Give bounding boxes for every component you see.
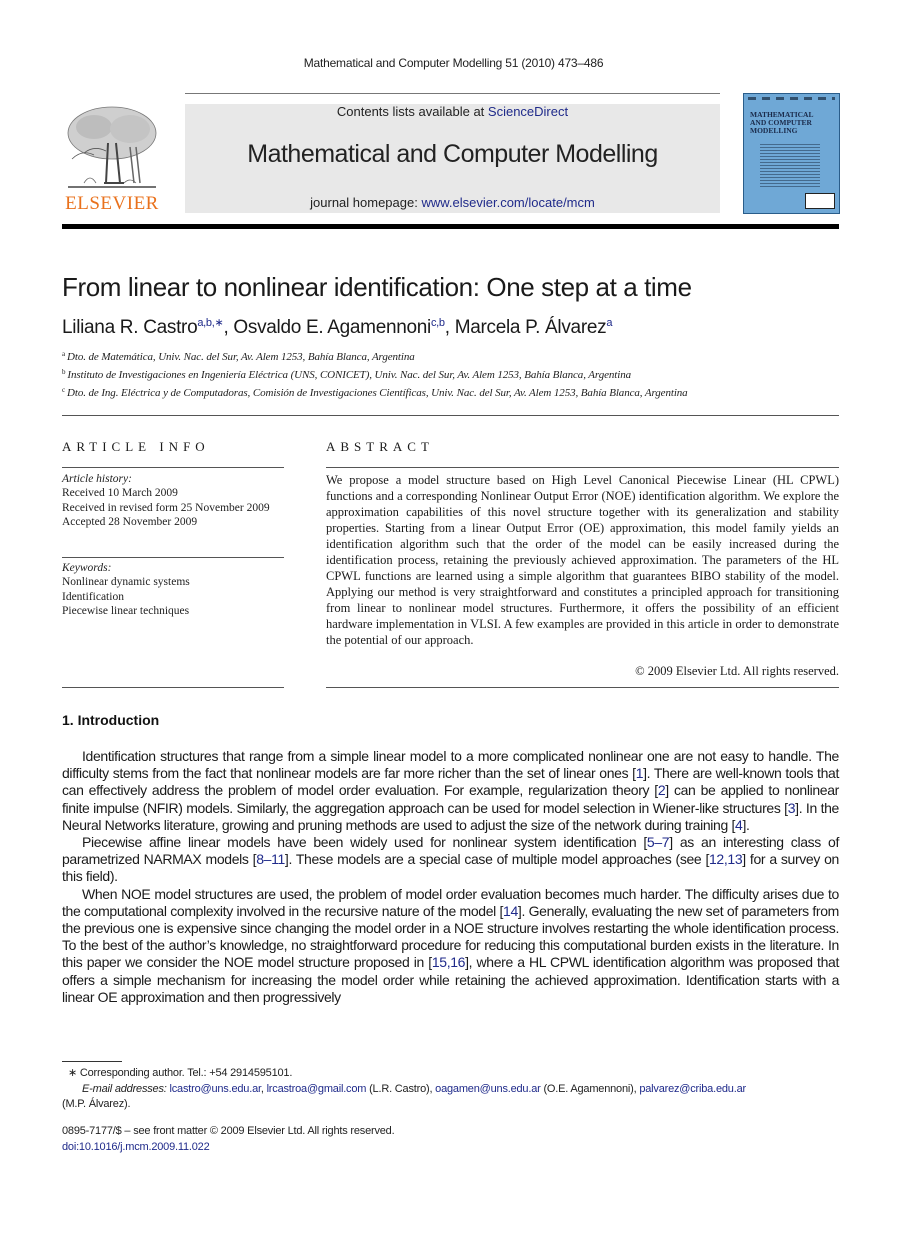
citation-link[interactable]: 3 — [788, 800, 796, 816]
section-heading-introduction: 1. Introduction — [62, 712, 160, 728]
email-link[interactable]: lrcastroa@gmail.com — [267, 1083, 367, 1095]
footnote-mark: ∗ — [68, 1067, 78, 1079]
author-separator: , — [223, 317, 234, 338]
affiliation-mark: a — [62, 350, 66, 358]
publisher-logo[interactable]: ELSEVIER — [62, 103, 162, 215]
affiliation-a: a Dto. de Matemática, Univ. Nac. del Sur,… — [62, 350, 415, 363]
corresponding-author-note: ∗ Corresponding author. Tel.: +54 291459… — [62, 1066, 839, 1082]
abstract-rule — [326, 467, 839, 468]
journal-homepage-link[interactable]: www.elsevier.com/locate/mcm — [421, 195, 594, 210]
keyword: Identification — [62, 590, 124, 603]
abstract-bottom-rule — [326, 687, 839, 688]
keyword: Nonlinear dynamic systems — [62, 576, 190, 589]
email-tail: (M.P. Álvarez). — [62, 1098, 131, 1110]
affiliation-text: Dto. de Matemática, Univ. Nac. del Sur, … — [67, 351, 415, 363]
contents-line: Contents lists available at ScienceDirec… — [185, 104, 720, 119]
history-keywords-rule — [62, 557, 284, 558]
citation-link[interactable]: 15,16 — [432, 954, 466, 970]
abstract-copyright: © 2009 Elsevier Ltd. All rights reserved… — [635, 664, 839, 678]
homepage-line: journal homepage: www.elsevier.com/locat… — [185, 195, 720, 210]
article-title: From linear to nonlinear identification:… — [62, 272, 692, 302]
citation-link[interactable]: 8–11 — [256, 851, 285, 867]
history-revised: Received in revised form 25 November 200… — [62, 501, 270, 514]
paragraph: When NOE model structures are used, the … — [62, 885, 839, 1005]
title-block-rule — [62, 415, 839, 416]
citation-link[interactable]: 12,13 — [709, 851, 743, 867]
cover-editorial-board — [760, 142, 820, 188]
author-affiliation-marks[interactable]: c,b — [431, 317, 445, 329]
article-info-bottom-rule — [62, 687, 284, 688]
masthead-top-rule — [185, 93, 720, 94]
paragraph: Piecewise affine linear models have been… — [62, 834, 839, 885]
footnotes: ∗ Corresponding author. Tel.: +54 291459… — [62, 1066, 839, 1113]
history-accepted: Accepted 28 November 2009 — [62, 515, 198, 528]
journal-title: Mathematical and Computer Modelling — [247, 140, 658, 168]
homepage-prefix: journal homepage: — [310, 195, 422, 210]
author-name: Liliana R. Castro — [62, 317, 198, 338]
masthead-bottom-rule — [62, 224, 839, 229]
author-separator: , — [444, 317, 455, 338]
email-addresses: E-mail addresses: lcastro@uns.edu.ar, lr… — [82, 1082, 746, 1095]
citation-link[interactable]: 14 — [503, 903, 518, 919]
cover-title: MATHEMATICAL AND COMPUTER MODELLING — [750, 111, 813, 135]
footnote-rule — [62, 1061, 122, 1062]
affiliation-text: Instituto de Investigaciones en Ingenier… — [67, 369, 631, 381]
affiliation-mark: c — [62, 386, 66, 394]
doi-link[interactable]: doi:10.1016/j.mcm.2009.11.022 — [62, 1140, 394, 1156]
article-info-heading: ARTICLE INFO — [62, 439, 210, 454]
article-history: Article history: Received 10 March 2009 … — [62, 472, 284, 529]
affiliation-text: Dto. de Ing. Eléctrica y de Computadoras… — [67, 387, 688, 399]
author-affiliation-marks[interactable]: a,b,∗ — [197, 317, 223, 329]
paragraph: Identification structures that range fro… — [62, 748, 840, 833]
citation-link[interactable]: 5–7 — [647, 834, 670, 850]
corresponding-author-text: Corresponding author. Tel.: +54 29145951… — [79, 1067, 293, 1079]
author-list: Liliana R. Castroa,b,∗, Osvaldo E. Agame… — [62, 316, 612, 339]
history-received: Received 10 March 2009 — [62, 487, 178, 500]
article-info-rule — [62, 467, 284, 468]
author-name: Marcela P. Álvarez — [454, 317, 607, 338]
bottom-meta: 0895-7177/$ – see front matter © 2009 El… — [62, 1124, 395, 1156]
cover-title-line: MODELLING — [750, 126, 798, 135]
affiliation-c: c Dto. de Ing. Eléctrica y de Computadora… — [62, 386, 688, 399]
issn-line: 0895-7177/$ – see front matter © 2009 El… — [62, 1125, 395, 1137]
citation-link[interactable]: 4 — [735, 817, 743, 833]
affiliation-mark: b — [62, 368, 66, 376]
citation-link[interactable]: 1 — [636, 765, 644, 781]
author-affiliation-marks[interactable]: a — [606, 317, 612, 329]
publisher-name: ELSEVIER — [65, 193, 159, 214]
affiliation-b: b Instituto de Investigaciones en Ingenie… — [62, 368, 631, 381]
abstract-heading: ABSTRACT — [326, 439, 434, 454]
abstract-text: We propose a model structure based on Hi… — [326, 473, 839, 647]
running-header: Mathematical and Computer Modelling 51 (… — [303, 56, 604, 70]
introduction-body: Identification structures that range fro… — [62, 748, 839, 1006]
tree-logo-icon — [67, 106, 157, 188]
keywords-label: Keywords: — [62, 562, 112, 574]
email-link[interactable]: palvarez@criba.edu.ar — [639, 1083, 746, 1095]
contents-prefix: Contents lists available at — [336, 104, 488, 119]
email-link[interactable]: lcastro@uns.edu.ar — [170, 1083, 262, 1095]
keyword: Piecewise linear techniques — [62, 604, 190, 617]
email-link[interactable]: oagamen@uns.edu.ar — [435, 1083, 541, 1095]
author-name: Osvaldo E. Agamennoni — [233, 317, 431, 338]
cover-header-bar — [748, 97, 835, 100]
sciencedirect-link[interactable]: ScienceDirect — [488, 104, 568, 119]
citation-link[interactable]: 2 — [658, 782, 666, 798]
cover-electronic-access-badge — [805, 193, 835, 209]
journal-cover[interactable]: MATHEMATICAL AND COMPUTER MODELLING — [743, 93, 840, 214]
email-label: E-mail addresses: — [82, 1082, 170, 1095]
keywords: Keywords: Nonlinear dynamic systems Iden… — [62, 561, 284, 618]
article-history-label: Article history: — [62, 473, 132, 485]
